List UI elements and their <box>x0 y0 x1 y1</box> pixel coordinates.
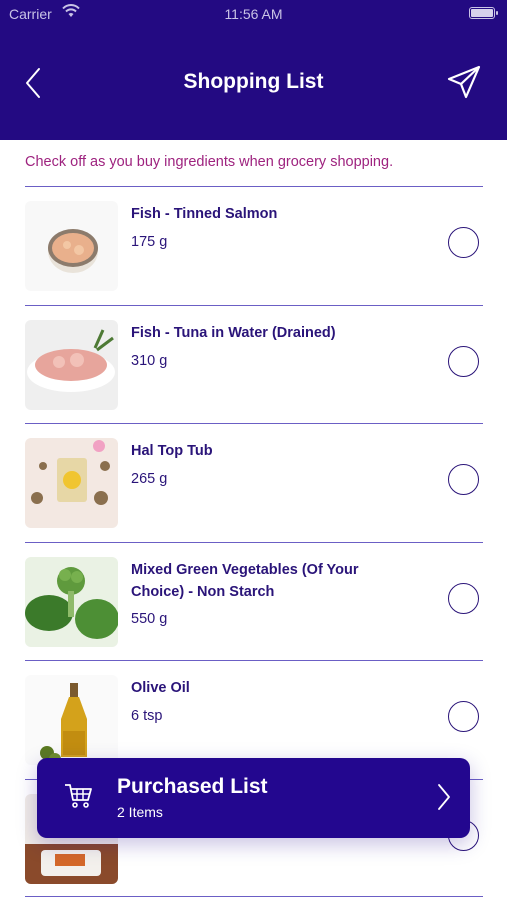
item-image <box>25 675 118 765</box>
instruction-text: Check off as you buy ingredients when gr… <box>25 154 394 170</box>
item-name: Olive Oil <box>131 680 190 696</box>
item-name: Fish - Tinned Salmon <box>131 206 278 222</box>
list-item[interactable]: Mixed Green Vegetables (Of Your Choice) … <box>25 541 483 661</box>
item-name: Hal Top Tub <box>131 443 213 459</box>
app-header: Carrier 11:56 AM Shopping List <box>0 0 507 140</box>
item-quantity: 175 g <box>131 234 168 250</box>
item-checkbox[interactable] <box>448 701 479 732</box>
status-bar: Carrier 11:56 AM <box>0 0 507 28</box>
chevron-right-icon <box>438 784 450 810</box>
item-image <box>25 319 118 410</box>
status-time: 11:56 AM <box>224 6 283 22</box>
purchased-list-title: Purchased List <box>117 775 268 798</box>
purchased-list-count: 2 Items <box>117 804 163 820</box>
page-title: Shopping List <box>183 70 324 93</box>
item-name: Mixed Green Vegetables (Of Your Choice) … <box>131 561 359 600</box>
item-checkbox[interactable] <box>448 582 479 614</box>
list-item[interactable]: Fish - Tinned Salmon 175 g <box>25 186 483 305</box>
item-quantity: 550 g <box>131 610 168 627</box>
list-item[interactable]: Hal Top Tub 265 g <box>25 423 483 542</box>
shopping-cart-icon <box>65 784 92 808</box>
item-name: Fish - Tuna in Water (Drained) <box>131 324 336 341</box>
battery-icon <box>469 7 498 19</box>
item-image <box>25 438 118 528</box>
item-quantity: 6 tsp <box>131 708 163 724</box>
item-image <box>25 201 118 291</box>
item-quantity: 310 g <box>131 352 168 369</box>
send-icon[interactable] <box>446 64 482 100</box>
item-checkbox[interactable] <box>448 345 479 377</box>
item-image <box>25 556 118 647</box>
item-checkbox[interactable] <box>448 227 479 258</box>
list-item[interactable]: Fish - Tuna in Water (Drained) 310 g <box>25 304 483 424</box>
item-checkbox[interactable] <box>448 464 479 495</box>
item-quantity: 265 g <box>131 471 168 487</box>
purchased-list-button[interactable]: Purchased List 2 Items <box>37 758 470 838</box>
